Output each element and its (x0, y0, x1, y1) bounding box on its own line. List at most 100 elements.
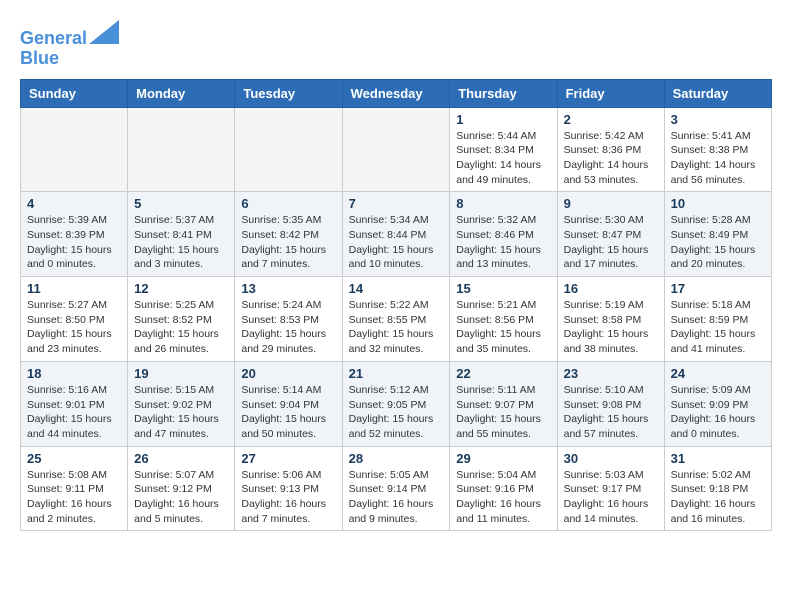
day-number: 4 (27, 196, 121, 211)
day-number: 16 (564, 281, 658, 296)
day-info: Sunrise: 5:21 AMSunset: 8:56 PMDaylight:… (456, 298, 550, 357)
day-info: Sunrise: 5:04 AMSunset: 9:16 PMDaylight:… (456, 468, 550, 527)
day-info: Sunrise: 5:02 AMSunset: 9:18 PMDaylight:… (671, 468, 765, 527)
day-info: Sunrise: 5:18 AMSunset: 8:59 PMDaylight:… (671, 298, 765, 357)
day-number: 15 (456, 281, 550, 296)
day-header-thursday: Thursday (450, 79, 557, 107)
day-info: Sunrise: 5:41 AMSunset: 8:38 PMDaylight:… (671, 129, 765, 188)
day-info: Sunrise: 5:15 AMSunset: 9:02 PMDaylight:… (134, 383, 228, 442)
calendar-cell: 19 Sunrise: 5:15 AMSunset: 9:02 PMDayligh… (128, 361, 235, 446)
day-number: 7 (349, 196, 444, 211)
day-info: Sunrise: 5:09 AMSunset: 9:09 PMDaylight:… (671, 383, 765, 442)
day-number: 9 (564, 196, 658, 211)
day-number: 23 (564, 366, 658, 381)
day-number: 1 (456, 112, 550, 127)
day-info: Sunrise: 5:30 AMSunset: 8:47 PMDaylight:… (564, 213, 658, 272)
day-number: 28 (349, 451, 444, 466)
calendar-cell: 28 Sunrise: 5:05 AMSunset: 9:14 PMDayligh… (342, 446, 450, 531)
day-info: Sunrise: 5:12 AMSunset: 9:05 PMDaylight:… (349, 383, 444, 442)
calendar-cell: 6 Sunrise: 5:35 AMSunset: 8:42 PMDaylight… (235, 192, 342, 277)
day-number: 26 (134, 451, 228, 466)
day-info: Sunrise: 5:07 AMSunset: 9:12 PMDaylight:… (134, 468, 228, 527)
day-header-saturday: Saturday (664, 79, 771, 107)
day-number: 25 (27, 451, 121, 466)
calendar-cell: 22 Sunrise: 5:11 AMSunset: 9:07 PMDayligh… (450, 361, 557, 446)
day-info: Sunrise: 5:27 AMSunset: 8:50 PMDaylight:… (27, 298, 121, 357)
calendar-week-row: 1 Sunrise: 5:44 AMSunset: 8:34 PMDaylight… (21, 107, 772, 192)
calendar-cell: 21Sunrise: 5:12 AMSunset: 9:05 PMDayligh… (342, 361, 450, 446)
calendar-cell (128, 107, 235, 192)
day-info: Sunrise: 5:08 AMSunset: 9:11 PMDaylight:… (27, 468, 121, 527)
calendar-cell: 30 Sunrise: 5:03 AMSunset: 9:17 PMDayligh… (557, 446, 664, 531)
calendar-cell: 10Sunrise: 5:28 AMSunset: 8:49 PMDayligh… (664, 192, 771, 277)
day-header-sunday: Sunday (21, 79, 128, 107)
day-number: 12 (134, 281, 228, 296)
day-header-wednesday: Wednesday (342, 79, 450, 107)
day-number: 13 (241, 281, 335, 296)
day-number: 2 (564, 112, 658, 127)
calendar-cell (21, 107, 128, 192)
calendar-cell: 16 Sunrise: 5:19 AMSunset: 8:58 PMDayligh… (557, 277, 664, 362)
day-info: Sunrise: 5:05 AMSunset: 9:14 PMDaylight:… (349, 468, 444, 527)
day-number: 6 (241, 196, 335, 211)
calendar-cell: 23 Sunrise: 5:10 AMSunset: 9:08 PMDayligh… (557, 361, 664, 446)
calendar-cell (342, 107, 450, 192)
calendar-header-row: SundayMondayTuesdayWednesdayThursdayFrid… (21, 79, 772, 107)
calendar-cell: 15 Sunrise: 5:21 AMSunset: 8:56 PMDayligh… (450, 277, 557, 362)
day-number: 24 (671, 366, 765, 381)
day-info: Sunrise: 5:11 AMSunset: 9:07 PMDaylight:… (456, 383, 550, 442)
calendar-cell: 27 Sunrise: 5:06 AMSunset: 9:13 PMDayligh… (235, 446, 342, 531)
calendar-cell: 29 Sunrise: 5:04 AMSunset: 9:16 PMDayligh… (450, 446, 557, 531)
calendar-cell: 31Sunrise: 5:02 AMSunset: 9:18 PMDayligh… (664, 446, 771, 531)
day-info: Sunrise: 5:35 AMSunset: 8:42 PMDaylight:… (241, 213, 335, 272)
day-info: Sunrise: 5:19 AMSunset: 8:58 PMDaylight:… (564, 298, 658, 357)
day-number: 11 (27, 281, 121, 296)
calendar-cell: 26 Sunrise: 5:07 AMSunset: 9:12 PMDayligh… (128, 446, 235, 531)
day-number: 29 (456, 451, 550, 466)
day-info: Sunrise: 5:10 AMSunset: 9:08 PMDaylight:… (564, 383, 658, 442)
day-number: 22 (456, 366, 550, 381)
day-info: Sunrise: 5:37 AMSunset: 8:41 PMDaylight:… (134, 213, 228, 272)
calendar-cell: 8 Sunrise: 5:32 AMSunset: 8:46 PMDaylight… (450, 192, 557, 277)
day-info: Sunrise: 5:32 AMSunset: 8:46 PMDaylight:… (456, 213, 550, 272)
day-number: 18 (27, 366, 121, 381)
calendar-cell: 1 Sunrise: 5:44 AMSunset: 8:34 PMDaylight… (450, 107, 557, 192)
calendar-table: SundayMondayTuesdayWednesdayThursdayFrid… (20, 79, 772, 532)
calendar-cell: 12 Sunrise: 5:25 AMSunset: 8:52 PMDayligh… (128, 277, 235, 362)
day-info: Sunrise: 5:03 AMSunset: 9:17 PMDaylight:… (564, 468, 658, 527)
calendar-cell: 5 Sunrise: 5:37 AMSunset: 8:41 PMDaylight… (128, 192, 235, 277)
calendar-week-row: 18 Sunrise: 5:16 AMSunset: 9:01 PMDayligh… (21, 361, 772, 446)
page-header: General Blue (20, 20, 772, 69)
calendar-cell: 11 Sunrise: 5:27 AMSunset: 8:50 PMDayligh… (21, 277, 128, 362)
day-number: 10 (671, 196, 765, 211)
day-info: Sunrise: 5:16 AMSunset: 9:01 PMDaylight:… (27, 383, 121, 442)
day-number: 27 (241, 451, 335, 466)
day-header-tuesday: Tuesday (235, 79, 342, 107)
calendar-cell: 18 Sunrise: 5:16 AMSunset: 9:01 PMDayligh… (21, 361, 128, 446)
day-number: 19 (134, 366, 228, 381)
calendar-cell: 25 Sunrise: 5:08 AMSunset: 9:11 PMDayligh… (21, 446, 128, 531)
calendar-cell: 2Sunrise: 5:42 AMSunset: 8:36 PMDaylight… (557, 107, 664, 192)
day-info: Sunrise: 5:14 AMSunset: 9:04 PMDaylight:… (241, 383, 335, 442)
logo-icon (89, 20, 119, 44)
day-number: 8 (456, 196, 550, 211)
calendar-week-row: 25 Sunrise: 5:08 AMSunset: 9:11 PMDayligh… (21, 446, 772, 531)
day-info: Sunrise: 5:39 AMSunset: 8:39 PMDaylight:… (27, 213, 121, 272)
day-info: Sunrise: 5:44 AMSunset: 8:34 PMDaylight:… (456, 129, 550, 188)
day-number: 5 (134, 196, 228, 211)
day-info: Sunrise: 5:06 AMSunset: 9:13 PMDaylight:… (241, 468, 335, 527)
calendar-week-row: 11 Sunrise: 5:27 AMSunset: 8:50 PMDayligh… (21, 277, 772, 362)
day-number: 14 (349, 281, 444, 296)
day-header-monday: Monday (128, 79, 235, 107)
calendar-cell: 24 Sunrise: 5:09 AMSunset: 9:09 PMDayligh… (664, 361, 771, 446)
calendar-cell: 7Sunrise: 5:34 AMSunset: 8:44 PMDaylight… (342, 192, 450, 277)
calendar-cell: 3 Sunrise: 5:41 AMSunset: 8:38 PMDaylight… (664, 107, 771, 192)
day-info: Sunrise: 5:25 AMSunset: 8:52 PMDaylight:… (134, 298, 228, 357)
day-number: 3 (671, 112, 765, 127)
day-number: 20 (241, 366, 335, 381)
day-header-friday: Friday (557, 79, 664, 107)
day-number: 30 (564, 451, 658, 466)
calendar-cell: 4 Sunrise: 5:39 AMSunset: 8:39 PMDaylight… (21, 192, 128, 277)
day-number: 17 (671, 281, 765, 296)
day-info: Sunrise: 5:24 AMSunset: 8:53 PMDaylight:… (241, 298, 335, 357)
